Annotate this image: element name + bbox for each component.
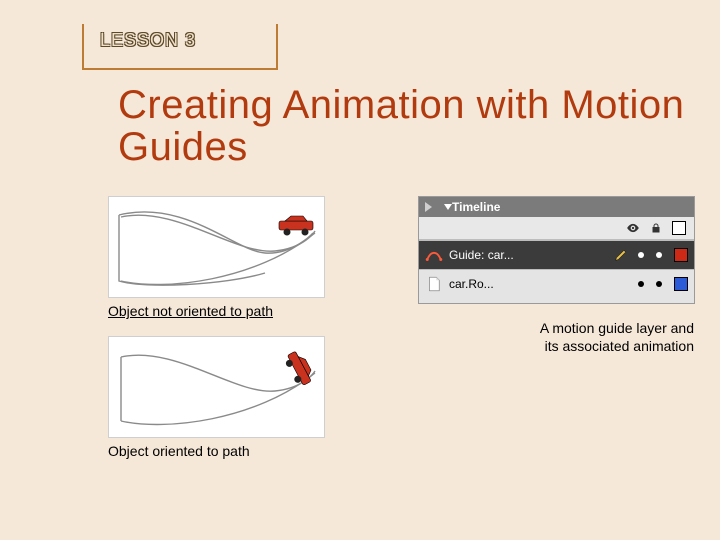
car-icon (283, 351, 313, 387)
layer-guide[interactable]: Guide: car... (419, 240, 694, 269)
visibility-dot[interactable] (638, 252, 644, 258)
lock-dot[interactable] (656, 252, 662, 258)
layer-animation[interactable]: car.Ro... (419, 269, 694, 298)
outline-toggle[interactable] (672, 221, 686, 235)
figure-not-oriented (108, 196, 325, 298)
outline-color[interactable] (674, 277, 688, 291)
page-title: Creating Animation with Motion Guides (118, 84, 690, 168)
lesson-label: LESSON 3 (100, 30, 196, 51)
dropdown-icon[interactable] (444, 204, 452, 210)
layer-name: Guide: car... (449, 248, 610, 262)
layer-header (419, 217, 694, 240)
visibility-dot[interactable] (638, 281, 644, 287)
layer-name: car.Ro... (449, 277, 632, 291)
outline-color[interactable] (674, 248, 688, 262)
pencil-icon (614, 248, 628, 262)
caption-oriented: Object oriented to path (108, 443, 250, 459)
guide-layer-icon (425, 246, 443, 264)
lock-icon[interactable] (650, 221, 662, 235)
figure-oriented (108, 336, 325, 438)
caption-not-oriented: Object not oriented to path (108, 303, 273, 319)
eye-icon[interactable] (626, 221, 640, 235)
page-layer-icon (425, 275, 443, 293)
timeline-panel: Timeline Guide: car... car.Ro... (418, 196, 695, 304)
timeline-titlebar[interactable]: Timeline (419, 197, 694, 217)
expand-icon[interactable] (425, 202, 432, 212)
caption-timeline: A motion guide layer and its associated … (524, 320, 694, 355)
lock-dot[interactable] (656, 281, 662, 287)
car-icon (277, 215, 317, 237)
timeline-title: Timeline (452, 200, 500, 214)
